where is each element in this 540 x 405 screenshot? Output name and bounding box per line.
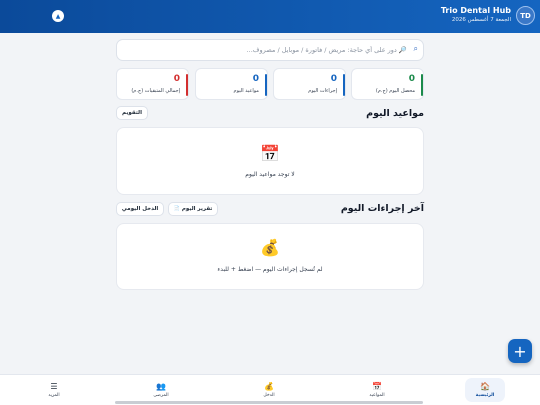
daily-income-button[interactable]: الدخل اليومي [116,202,164,216]
stat-value: 0 [408,74,415,84]
calendar-button-label: التقويم [122,110,142,116]
procedures-title: آخر إجراءات اليوم [340,203,424,214]
add-procedure-button[interactable]: + [508,339,532,363]
chevron-up-icon[interactable]: ▲ [52,10,64,22]
nav-label: المزيد [48,392,60,398]
calendar-button[interactable]: التقويم [116,106,148,120]
calendar-icon: 📅 [260,144,280,163]
nav-label: المواعيد [369,392,385,398]
document-icon: 📄 [173,206,180,212]
stat-accent-bar [421,74,423,96]
stat-collected-today[interactable]: 0 محصل اليوم (ج.م) [351,68,424,100]
top-header: ▲ Trio Dental Hub الجمعة 7 أغسطس 2026 TD [0,0,540,33]
people-icon: 👥 [156,381,166,391]
nav-income[interactable]: 💰 الدخل [249,378,289,402]
menu-icon: ☰ [50,381,58,391]
nav-label: الدخل [263,392,275,398]
stat-accent-bar [265,74,267,96]
daily-report-label: تقرير اليوم [181,206,213,212]
appointments-title: مواعيد اليوم [366,108,424,119]
nav-appointments[interactable]: 📅 المواعيد [357,378,397,402]
search-input[interactable] [137,43,407,57]
stat-label: إجراءات اليوم [308,88,337,94]
stat-label: مواعيد اليوم [233,88,259,94]
nav-more[interactable]: ☰ المزيد [34,378,74,402]
search-icon: ⌕ [413,44,418,53]
stat-accent-bar [343,74,345,96]
money-bag-icon: 💰 [264,381,274,391]
nav-patients[interactable]: 👥 المرضى [141,378,181,402]
stat-value: 0 [252,74,259,84]
home-indicator [115,401,423,404]
calendar-icon: 📅 [372,381,382,391]
bottom-navigation: 🏠 الرئيسية 📅 المواعيد 💰 الدخل 👥 المرضى ☰… [0,374,540,405]
header-date: الجمعة 7 أغسطس 2026 [451,17,511,23]
stat-label: محصل اليوم (ج.م) [375,88,415,94]
search-bar[interactable]: ⌕ [116,39,424,61]
stat-label: إجمالي المتبقيات (ج.م) [131,88,180,94]
stat-procedures-today[interactable]: 0 إجراءات اليوم [273,68,346,100]
home-icon: 🏠 [480,381,490,391]
stat-total-remaining[interactable]: 0 إجمالي المتبقيات (ج.م) [116,68,189,100]
stat-value: 0 [173,74,180,84]
nav-label: الرئيسية [475,392,495,398]
daily-report-button[interactable]: 📄 تقرير اليوم [168,202,218,216]
stat-value: 0 [330,74,337,84]
procedures-card: 💰 لم تُسجل إجراءات اليوم — اضغط + للبدء [116,223,424,290]
header-titles: Trio Dental Hub الجمعة 7 أغسطس 2026 [441,6,511,25]
money-bag-icon: 💰 [260,238,280,257]
stat-appointments-today[interactable]: 0 مواعيد اليوم [195,68,268,100]
procedures-empty-text: لم تُسجل إجراءات اليوم — اضغط + للبدء [217,266,323,273]
stat-accent-bar [186,74,188,96]
appointments-empty-text: لا توجد مواعيد اليوم [245,171,295,178]
daily-income-label: الدخل اليومي [121,206,159,212]
plus-icon: + [513,341,527,361]
avatar[interactable]: TD [516,6,535,25]
nav-label: المرضى [153,392,169,398]
app-name: Trio Dental Hub [440,6,511,15]
appointments-card: 📅 لا توجد مواعيد اليوم [116,127,424,195]
nav-home[interactable]: 🏠 الرئيسية [465,378,505,402]
